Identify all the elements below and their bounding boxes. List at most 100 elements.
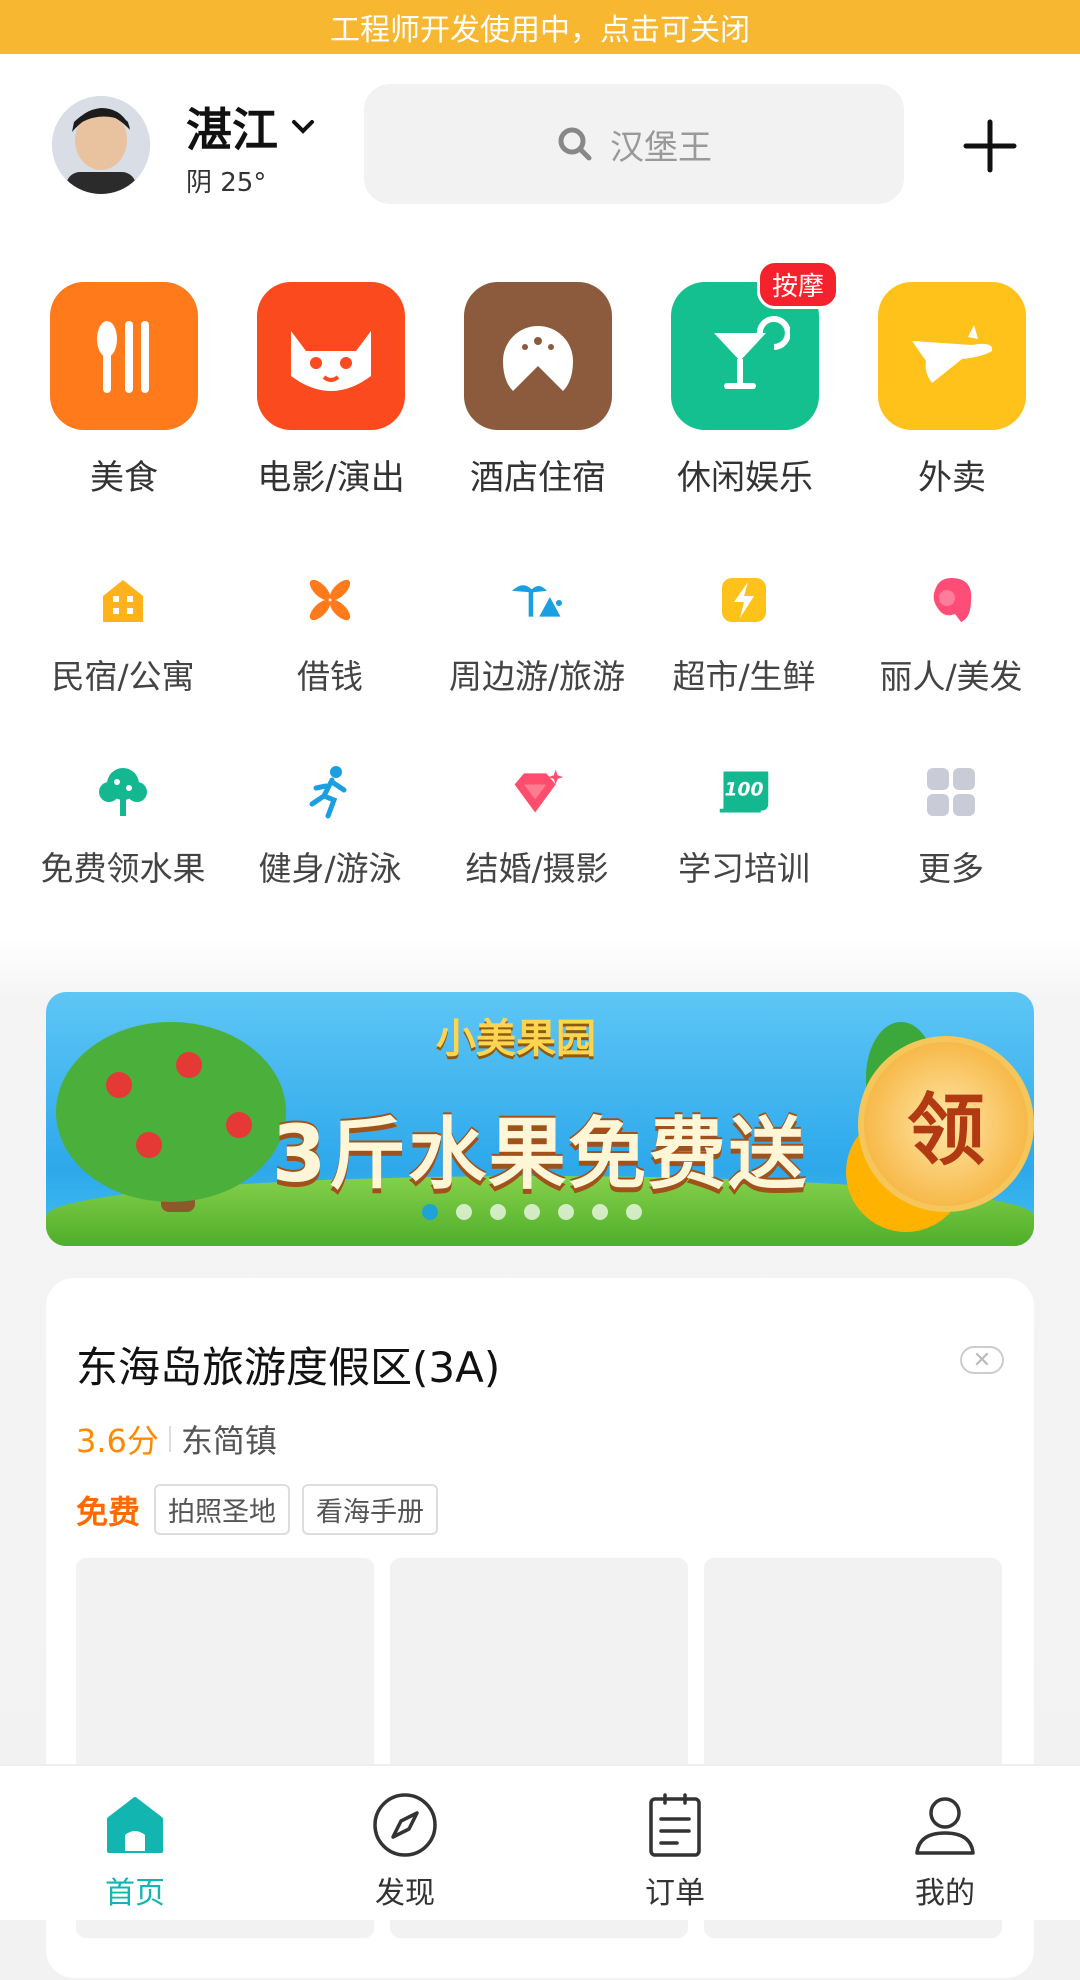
category-label: 结婚/摄影 [465, 849, 609, 888]
category-free-fruit[interactable]: 免费领水果 [20, 764, 226, 890]
claim-button[interactable]: 领 [858, 1036, 1034, 1212]
banner-fruit-tree [56, 1022, 286, 1202]
order-clipboard-icon [640, 1790, 710, 1860]
category-education[interactable]: 100 学习培训 [641, 764, 847, 890]
category-label: 借钱 [297, 657, 363, 696]
category-food[interactable]: 美食 [24, 282, 224, 499]
category-label: 休闲娱乐 [677, 458, 813, 498]
home-icon [100, 1790, 170, 1860]
nav-label: 我的 [915, 1876, 975, 1911]
pinwheel-icon [302, 572, 358, 628]
category-label: 民宿/公寓 [51, 657, 195, 696]
category-label: 超市/生鲜 [672, 657, 816, 696]
category-delivery[interactable]: 外卖 [852, 282, 1052, 499]
chevron-down-icon [292, 120, 314, 134]
pagination-dot[interactable] [456, 1204, 472, 1220]
category-wedding[interactable]: 结婚/摄影 [434, 764, 640, 890]
search-bar[interactable]: 汉堡王 [364, 84, 904, 204]
feature-tag: 拍照圣地 [154, 1484, 291, 1535]
nav-label: 首页 [105, 1876, 165, 1911]
attraction-tags: 免费 拍照圣地 看海手册 [76, 1484, 439, 1535]
category-label: 学习培训 [678, 849, 810, 888]
header: 湛江 阴 25° 汉堡王 [0, 54, 1080, 234]
add-plus-icon[interactable] [960, 116, 1020, 176]
category-label: 更多 [918, 849, 984, 888]
close-icon[interactable]: ✕ [960, 1346, 1004, 1374]
category-travel[interactable]: 周边游/旅游 [434, 572, 640, 698]
attraction-meta: 3.6分 东简镇 [76, 1416, 277, 1462]
claim-button-label: 领 [906, 1086, 985, 1176]
nav-profile[interactable]: 我的 [810, 1766, 1080, 1920]
woman-head-icon [923, 572, 979, 628]
cat-face-icon [257, 282, 405, 430]
attraction-title: 东海岛旅游度假区(3A) [76, 1343, 501, 1392]
nav-discover[interactable]: 发现 [270, 1766, 540, 1920]
nav-orders[interactable]: 订单 [540, 1766, 810, 1920]
pagination-dot[interactable] [524, 1204, 540, 1220]
category-movies[interactable]: 电影/演出 [231, 282, 431, 499]
category-homestay[interactable]: 民宿/公寓 [20, 572, 226, 698]
pagination-dot-active[interactable] [422, 1204, 438, 1220]
diamond-icon [509, 764, 565, 820]
house-icon [95, 572, 151, 628]
category-badge: 按摩 [756, 260, 839, 309]
category-supermarket[interactable]: 超市/生鲜 [641, 572, 847, 698]
nav-home[interactable]: 首页 [0, 1766, 270, 1920]
category-label: 电影/演出 [257, 458, 405, 498]
category-fitness[interactable]: 健身/游泳 [227, 764, 433, 890]
banner-apple [226, 1112, 252, 1138]
nav-label: 订单 [645, 1876, 705, 1911]
category-label: 免费领水果 [40, 849, 206, 888]
search-icon [558, 127, 592, 161]
cocktail-icon: 按摩 [671, 260, 839, 430]
bottom-navigation: 首页 发现 订单 我的 [0, 1764, 1080, 1920]
category-label: 外卖 [918, 458, 986, 498]
avatar[interactable] [52, 96, 150, 194]
category-label: 美食 [90, 458, 158, 498]
palm-tree-icon [509, 572, 565, 628]
pagination-dot[interactable] [490, 1204, 506, 1220]
banner-apple [176, 1052, 202, 1078]
fork-spoon-icon [50, 282, 198, 430]
category-label: 健身/游泳 [258, 849, 402, 888]
dev-mode-banner[interactable]: 工程师开发使用中，点击可关闭 [0, 0, 1080, 54]
user-icon [910, 1790, 980, 1860]
promo-banner[interactable]: 小美果园 3斤水果免费送 领 [46, 992, 1034, 1246]
primary-categories: 美食 电影/演出 酒店住宿 按摩 休闲娱乐 外卖 [0, 260, 1080, 502]
divider [168, 1426, 171, 1452]
kangaroo-icon [878, 282, 1026, 430]
attraction-location: 东简镇 [180, 1422, 277, 1460]
weather-info: 阴 25° [186, 168, 267, 198]
running-man-icon [302, 764, 358, 820]
hotel-dome-icon [464, 282, 612, 430]
free-tag: 免费 [76, 1492, 141, 1531]
banner-headline: 3斤水果免费送 [271, 1110, 809, 1200]
category-beauty[interactable]: 丽人/美发 [848, 572, 1054, 698]
rating-score: 3.6分 [76, 1422, 159, 1460]
banner-apple [106, 1072, 132, 1098]
feature-tag: 看海手册 [302, 1484, 439, 1535]
pagination-dot[interactable] [592, 1204, 608, 1220]
city-selector[interactable]: 湛江 [186, 94, 318, 160]
grid-more-icon [923, 764, 979, 820]
category-label: 丽人/美发 [879, 657, 1023, 696]
banner-subtitle: 小美果园 [436, 1016, 596, 1062]
category-label: 周边游/旅游 [448, 657, 626, 696]
pagination-dot[interactable] [626, 1204, 642, 1220]
dev-banner-text: 工程师开发使用中，点击可关闭 [330, 13, 750, 48]
category-hotel[interactable]: 酒店住宿 [438, 282, 638, 499]
nav-label: 发现 [375, 1876, 435, 1911]
score-100-icon: 100 [716, 764, 772, 820]
category-label: 酒店住宿 [470, 458, 606, 498]
category-loan[interactable]: 借钱 [227, 572, 433, 698]
compass-icon [370, 1790, 440, 1860]
lightning-icon [716, 572, 772, 628]
search-placeholder: 汉堡王 [610, 127, 712, 168]
banner-apple [136, 1132, 162, 1158]
pagination-dot[interactable] [558, 1204, 574, 1220]
category-leisure[interactable]: 按摩 休闲娱乐 [645, 260, 845, 499]
fruit-tree-icon [95, 764, 151, 820]
banner-pagination [46, 1204, 1034, 1220]
city-name: 湛江 [186, 103, 278, 157]
category-more[interactable]: 更多 [848, 764, 1054, 890]
